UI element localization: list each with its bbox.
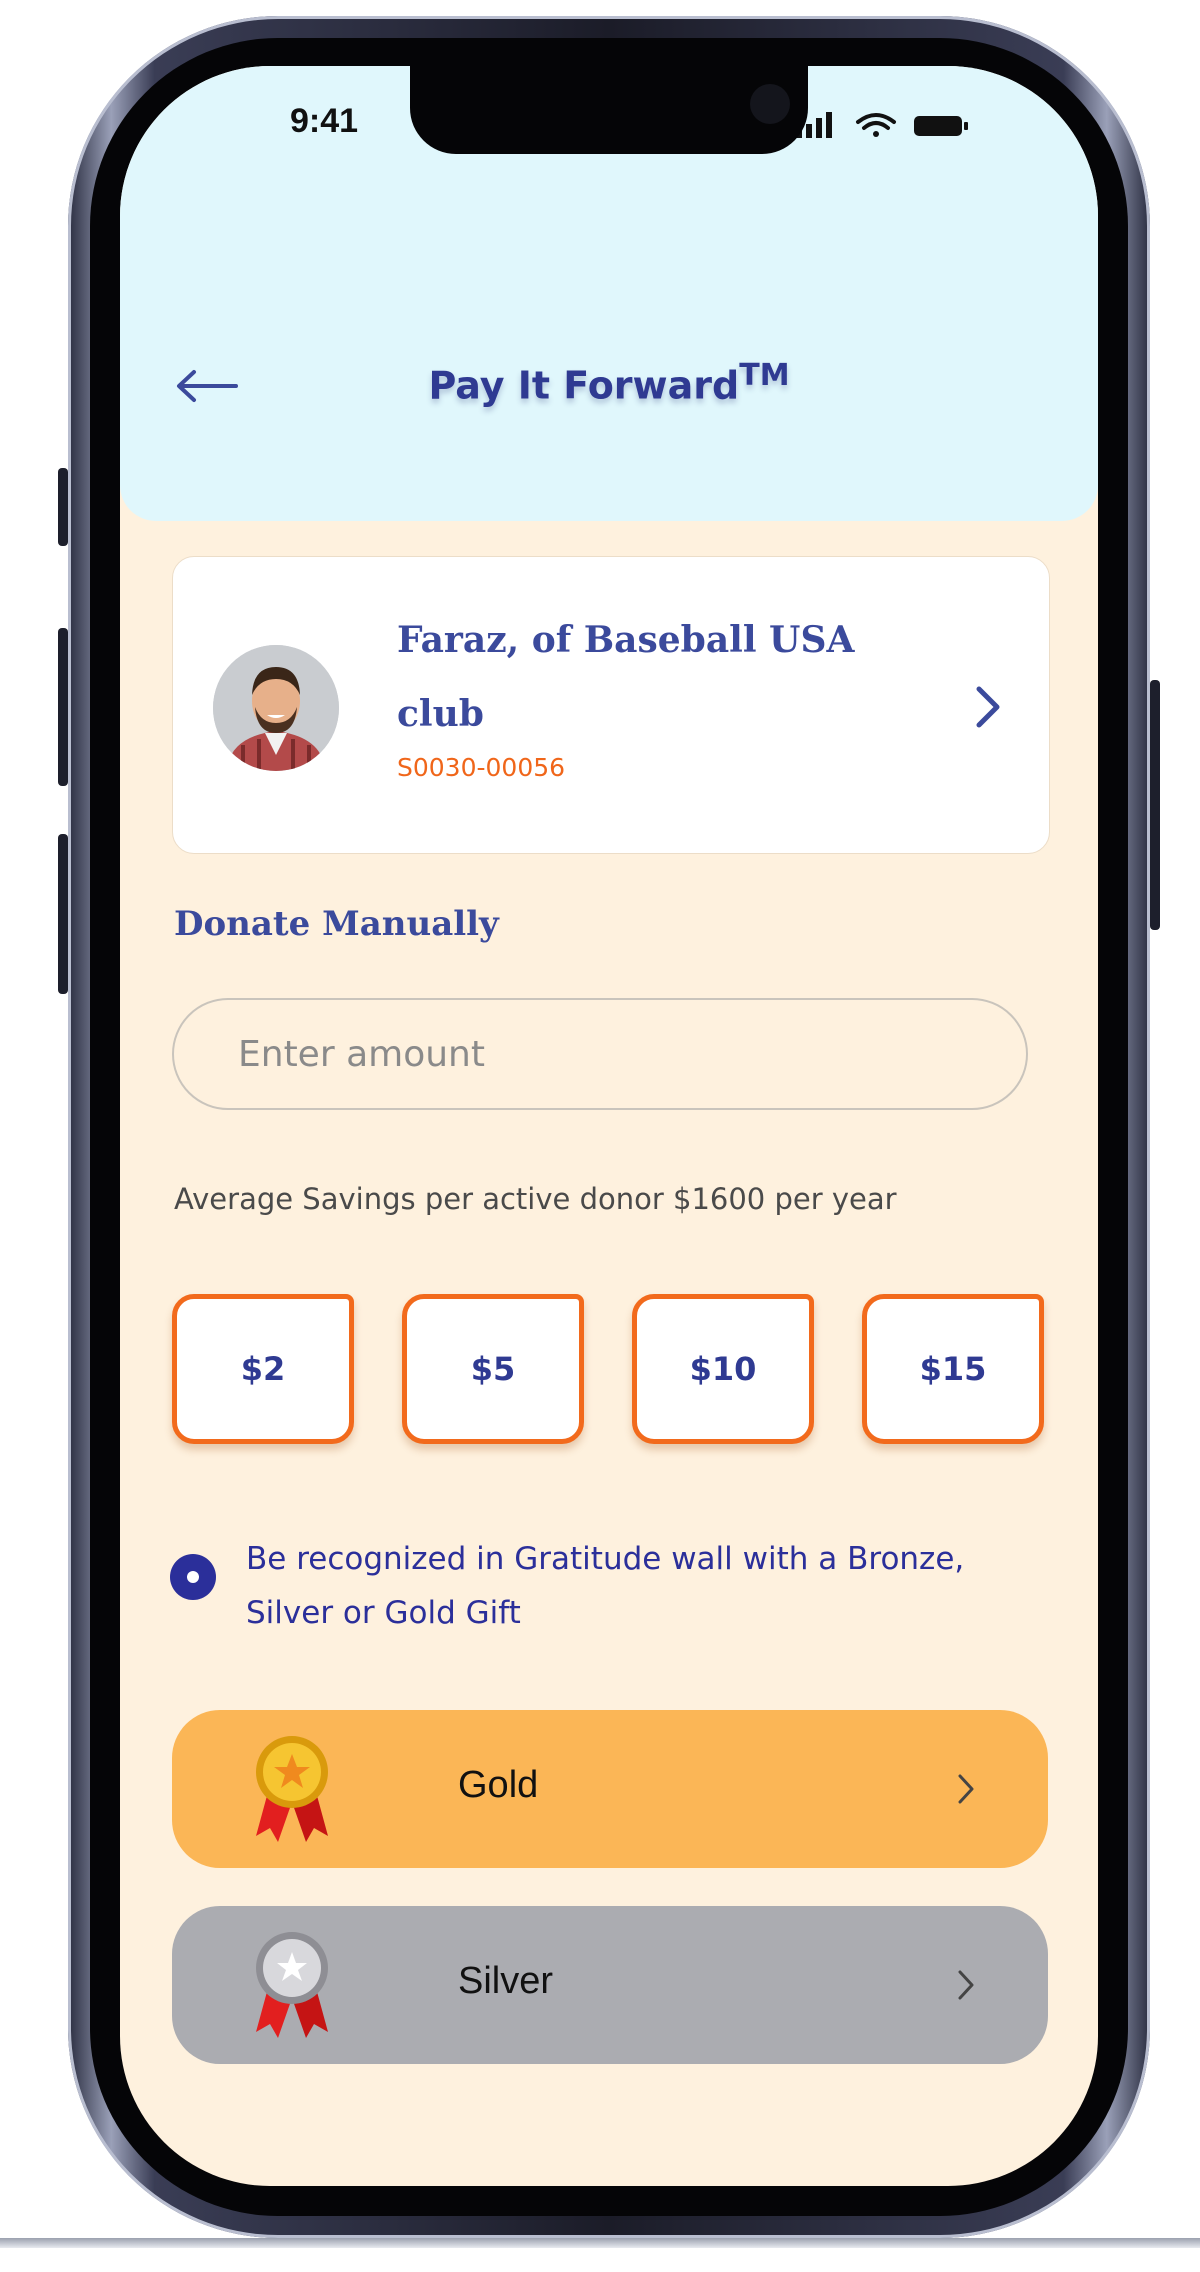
savings-text: Average Savings per active donor $1600 p…	[174, 1182, 897, 1216]
silver-medal-icon	[256, 1932, 328, 2038]
bottom-shadow-bar	[0, 2238, 1200, 2248]
chevron-right-icon	[976, 686, 1000, 728]
amount-button-2[interactable]: $2	[172, 1294, 354, 1444]
silver-tier-label: Silver	[458, 1960, 554, 2002]
power-button	[1150, 680, 1160, 930]
recognition-text: Be recognized in Gratitude wall with a B…	[246, 1541, 965, 1631]
page-title-text: Pay It Forward	[428, 363, 740, 408]
gold-medal-icon	[256, 1736, 328, 1842]
volume-down-button	[58, 834, 68, 994]
chevron-right-icon	[958, 1774, 974, 1804]
trademark-mark: TM	[739, 358, 790, 393]
mute-switch	[58, 468, 68, 546]
wifi-icon	[856, 113, 896, 137]
battery-icon	[914, 116, 968, 136]
gold-tier-button[interactable]: Gold	[172, 1710, 1048, 1868]
camera-icon	[750, 84, 790, 124]
app-screen: 9:41 Pay It ForwardTM Faraz, of Baseball…	[120, 66, 1098, 2186]
recognition-radio[interactable]	[170, 1554, 216, 1600]
club-code: S0030-00056	[397, 753, 566, 782]
volume-up-button	[58, 628, 68, 786]
avatar	[213, 645, 339, 771]
gold-tier-label: Gold	[458, 1764, 539, 1806]
status-icons	[796, 112, 968, 138]
notch	[410, 66, 808, 154]
chevron-right-icon	[958, 1970, 974, 2000]
page-title: Pay It ForwardTM	[120, 358, 1098, 408]
amount-button-10[interactable]: $10	[632, 1294, 814, 1444]
person-photo-icon	[213, 645, 339, 771]
silver-tier-button[interactable]: Silver	[172, 1906, 1048, 2064]
club-card[interactable]: Faraz, of Baseball USA club S0030-00056	[172, 556, 1050, 854]
amount-button-15[interactable]: $15	[862, 1294, 1044, 1444]
amount-input[interactable]	[172, 998, 1028, 1110]
section-title-donate: Donate Manually	[174, 904, 499, 944]
status-time: 9:41	[290, 102, 359, 140]
amount-button-5[interactable]: $5	[402, 1294, 584, 1444]
club-name: Faraz, of Baseball USA club	[397, 619, 855, 735]
